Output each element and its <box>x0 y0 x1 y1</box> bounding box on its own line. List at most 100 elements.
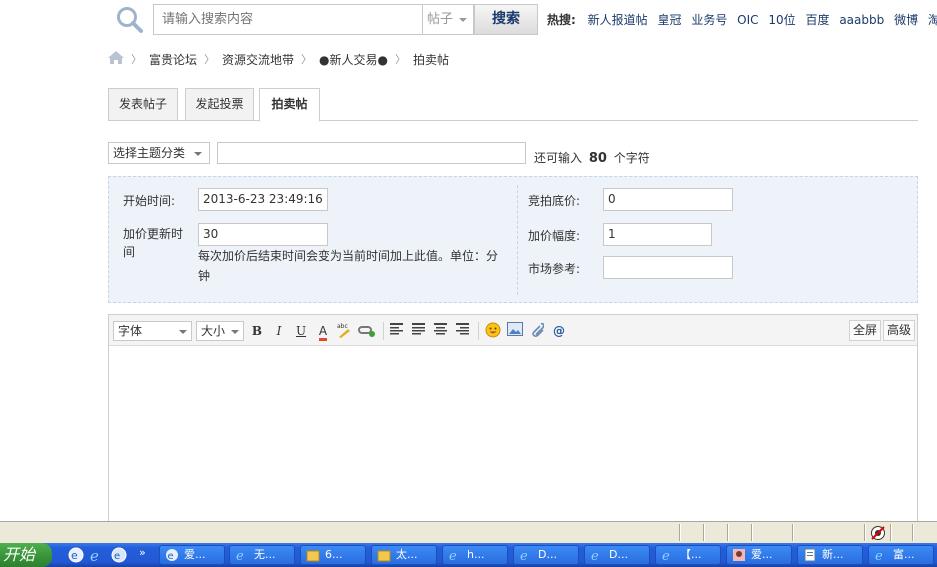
taskbar-window-button[interactable]: e 富... <box>868 545 934 565</box>
advanced-button[interactable]: 高级 <box>883 320 916 341</box>
search-button[interactable]: 搜索 <box>474 4 538 35</box>
topic-category-select[interactable]: 选择主题分类 <box>108 142 210 164</box>
taskbar-window-button[interactable]: e D... <box>584 545 650 565</box>
char-counter-value: 80 <box>588 151 607 166</box>
breadcrumb-current: 拍卖帖 <box>412 52 449 67</box>
status-divider <box>727 524 729 541</box>
align-left-icon[interactable] <box>388 322 406 340</box>
hot-search-link[interactable]: 百度 <box>805 13 829 27</box>
align-center-icon[interactable] <box>432 322 450 340</box>
link-icon[interactable] <box>358 322 376 340</box>
search-input[interactable] <box>154 5 422 34</box>
tab-auction[interactable]: 拍卖帖 <box>259 88 320 122</box>
extend-time-input[interactable]: 30 <box>198 223 328 246</box>
home-icon[interactable] <box>108 51 124 67</box>
font-color-icon: A <box>318 325 328 341</box>
svg-text:e: e <box>71 549 78 562</box>
document-icon <box>803 548 817 562</box>
breadcrumb-link[interactable]: 资源交流地带 <box>222 51 294 68</box>
post-type-tabs: 发表帖子 发起投票 拍卖帖 <box>108 88 918 122</box>
italic-button[interactable]: I <box>270 322 288 340</box>
chevron-down-icon <box>194 152 202 156</box>
search-box[interactable] <box>153 4 423 35</box>
quick-launch-chevron[interactable]: » <box>139 546 146 559</box>
desktop-icon[interactable]: e <box>68 547 84 563</box>
taskbar-window-button[interactable]: 6... <box>300 545 366 565</box>
hot-search-link[interactable]: OIC <box>737 13 758 27</box>
taskbar-window-button[interactable]: e D... <box>513 545 579 565</box>
svg-text:e: e <box>236 549 244 562</box>
base-price-input[interactable]: 0 <box>603 188 733 211</box>
folder-icon <box>377 548 391 562</box>
ie-icon[interactable]: e <box>89 547 105 565</box>
hot-search-link[interactable]: aaabbb <box>839 13 884 27</box>
char-counter-prefix: 还可输入 <box>534 151 583 165</box>
fullscreen-button[interactable]: 全屏 <box>849 320 882 341</box>
font-size-value: 大小 <box>201 324 226 338</box>
market-ref-label: 市场参考: <box>528 262 581 276</box>
hot-search-bar: 热搜: 新人报道帖 皇冠 业务号 OIC 10位 百度 aaabbb 微博 淘宝… <box>547 11 937 28</box>
align-justify-icon[interactable] <box>410 322 428 340</box>
bold-button[interactable]: B <box>248 322 266 340</box>
toolbar-divider <box>478 322 479 340</box>
svg-text:e: e <box>114 551 120 562</box>
ie-icon: e <box>448 548 462 564</box>
search-type-select[interactable]: 帖子 <box>423 4 474 35</box>
svg-text:e: e <box>449 549 457 562</box>
underline-button[interactable]: U <box>292 322 310 340</box>
font-size-select[interactable]: 大小 <box>196 321 244 341</box>
hot-search-link[interactable]: 淘宝店 <box>928 13 937 27</box>
search-type-value: 帖子 <box>427 12 454 27</box>
spellcheck-icon[interactable]: abc <box>336 322 354 340</box>
hot-search-link[interactable]: 新人报道帖 <box>588 13 648 27</box>
taskbar-window-button[interactable]: 太... <box>371 545 437 565</box>
image-icon[interactable] <box>506 322 524 340</box>
status-divider <box>890 524 892 541</box>
ie-icon: e <box>661 548 675 564</box>
ie-icon: e <box>519 548 533 564</box>
folder-icon <box>306 548 320 562</box>
search-icon <box>113 5 147 35</box>
hot-search-link[interactable]: 业务号 <box>691 13 727 27</box>
taskbar-window-button[interactable]: e 无... <box>229 545 295 565</box>
tab-new-poll[interactable]: 发起投票 <box>185 88 254 121</box>
align-right-icon[interactable] <box>454 322 472 340</box>
hot-search-link[interactable]: 10位 <box>768 13 795 27</box>
taskbar-window-button[interactable]: 爱... <box>726 545 792 565</box>
font-color-button[interactable]: A <box>314 322 332 341</box>
post-editor: 字体 大小 B I U A abc @ 全屏 高级 <box>108 314 918 524</box>
start-button[interactable]: 开始 <box>0 543 52 567</box>
smiley-icon[interactable] <box>484 322 502 340</box>
hot-search-link[interactable]: 皇冠 <box>657 13 681 27</box>
mention-icon[interactable]: @ <box>550 322 568 340</box>
svg-text:e: e <box>168 551 174 562</box>
svg-text:e: e <box>591 549 599 562</box>
increment-input[interactable]: 1 <box>603 223 712 246</box>
editor-content-area[interactable] <box>109 347 917 523</box>
taskbar-window-button[interactable]: e 爱... <box>159 545 225 565</box>
start-time-input[interactable]: 2013-6-23 23:49:16 <box>198 188 328 211</box>
hot-search-link[interactable]: 微博 <box>894 13 918 27</box>
taskbar-window-title: 6... <box>325 548 343 561</box>
taskbar-window-button[interactable]: e h... <box>442 545 508 565</box>
market-ref-input[interactable] <box>603 256 733 279</box>
topic-category-value: 选择主题分类 <box>113 146 186 160</box>
avatar-icon <box>732 548 746 562</box>
status-divider <box>751 524 753 541</box>
font-family-select[interactable]: 字体 <box>113 321 192 341</box>
svg-text:e: e <box>662 549 670 562</box>
taskbar-window-button[interactable]: 新... <box>797 545 863 565</box>
chevron-right-icon: 〉 <box>394 53 406 66</box>
breadcrumb-link[interactable]: 富贵论坛 <box>149 51 197 68</box>
start-time-label: 开始时间: <box>123 194 176 208</box>
browser-status-bar <box>0 521 937 543</box>
browser-icon[interactable]: e <box>111 547 127 563</box>
chevron-right-icon: 〉 <box>131 53 142 66</box>
tab-new-post[interactable]: 发表帖子 <box>108 88 178 121</box>
taskbar-window-button[interactable]: e 【... <box>655 545 721 565</box>
breadcrumb-link[interactable]: ●新人交易● <box>319 51 388 68</box>
attachment-icon[interactable] <box>528 322 546 340</box>
ie-icon: e <box>874 548 888 564</box>
subject-input[interactable] <box>217 142 526 164</box>
privacy-icon[interactable] <box>870 525 886 544</box>
